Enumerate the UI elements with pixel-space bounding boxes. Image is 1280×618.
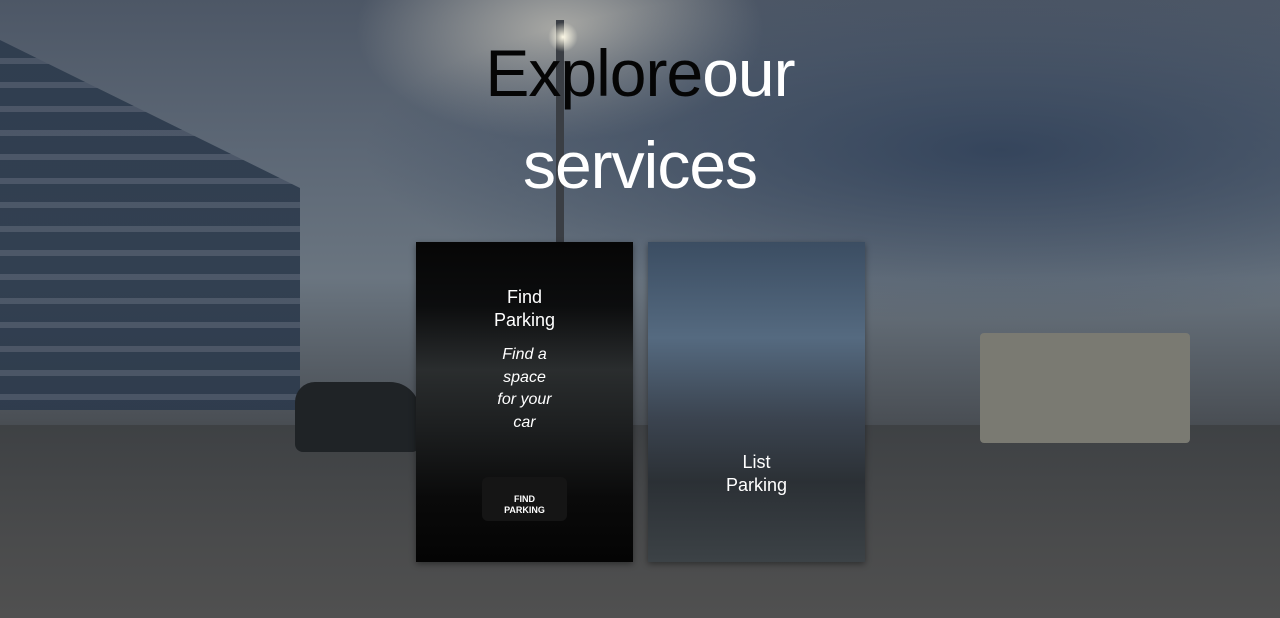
find-parking-card[interactable]: Find Parking Find a space for your car F…	[416, 242, 633, 562]
card-subtitle: Find a space for your car	[497, 346, 552, 431]
card-title: List Parking	[648, 451, 865, 497]
card-title: Find Parking	[416, 286, 633, 332]
card-title-line1: Find	[506, 287, 542, 307]
hero-title-our: our	[702, 36, 795, 110]
hero-title-line2: services	[522, 128, 758, 202]
card-title-line1: List	[742, 452, 771, 472]
background-trailer	[980, 333, 1190, 443]
find-parking-button[interactable]: FIND PARKING	[482, 477, 567, 521]
hero-title-explore: Explore	[485, 36, 703, 110]
button-label-line2: PARKING	[504, 504, 545, 515]
background-car	[295, 382, 420, 452]
background-parking-lot	[0, 425, 1280, 618]
button-label-line1: FIND	[514, 493, 535, 504]
card-title-line2: Parking	[725, 475, 788, 495]
hero-title-line1: Exploreour	[0, 40, 1280, 106]
list-parking-card[interactable]: List Parking	[648, 242, 865, 562]
card-title-line2: Parking	[493, 310, 556, 330]
